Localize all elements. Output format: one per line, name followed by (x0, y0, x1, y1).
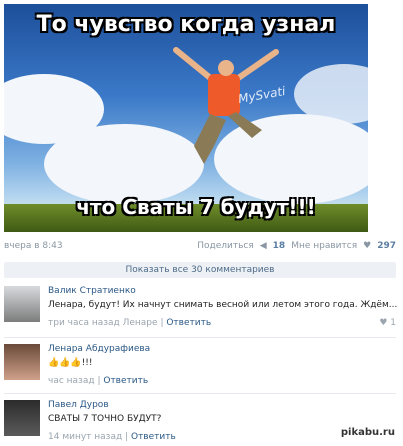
avatar[interactable] (4, 286, 40, 322)
comment-item: Павел Дуров СВАТЫ 7 ТОЧНО БУДУТ? 14 мину… (4, 400, 396, 444)
show-all-comments-button[interactable]: Показать все 30 комментариев (4, 262, 396, 278)
comment-author[interactable]: Ленара Абдурафиева (48, 344, 150, 354)
avatar[interactable] (4, 344, 40, 380)
heart-icon: ♥ (379, 318, 388, 328)
comment-text: Ленара, будут! Их начнут снимать весной … (48, 300, 398, 310)
comment-meta: час назад | Ответить (48, 376, 148, 386)
site-watermark: pikabu.ru (340, 427, 395, 438)
post-time[interactable]: вчера в 8:43 (4, 241, 63, 251)
comment-time[interactable]: три часа назад Ленаре (48, 318, 158, 328)
avatar[interactable] (4, 400, 40, 436)
like-button[interactable]: Мне нравится (291, 241, 357, 251)
comment-item: Ленара Абдурафиева 👍👍👍!!! час назад | От… (4, 344, 396, 388)
comment-author[interactable]: Павел Дуров (48, 400, 109, 410)
comment-time[interactable]: час назад (48, 376, 95, 386)
comment-meta: три часа назад Ленаре | Ответить (48, 318, 211, 328)
share-icon: ◀ (259, 241, 267, 251)
comment-like-count: 1 (390, 318, 396, 328)
comment-text: СВАТЫ 7 ТОЧНО БУДУТ? (48, 414, 162, 424)
jumping-person (173, 47, 279, 164)
heart-icon[interactable]: ♥ (363, 241, 371, 251)
comment-time[interactable]: 14 минут назад (48, 432, 122, 442)
reply-button[interactable]: Ответить (103, 376, 148, 386)
reply-button[interactable]: Ответить (166, 318, 211, 328)
share-button[interactable]: Поделиться (197, 241, 254, 251)
comment-text: 👍👍👍!!! (48, 358, 93, 368)
comment-meta: 14 минут назад | Ответить (48, 432, 176, 442)
comment-item: Валик Стратиенко Ленара, будут! Их начну… (4, 286, 398, 330)
divider (4, 337, 396, 338)
share-count[interactable]: 18 (273, 241, 286, 251)
post-actions: Поделиться ◀ 18 Мне нравится ♥ 297 (197, 241, 396, 251)
reply-button[interactable]: Ответить (131, 432, 176, 442)
comment-like[interactable]: ♥ 1 (379, 318, 396, 328)
post-image[interactable]: То чувство когда узнал что Сваты 7 будут… (4, 4, 368, 232)
meme-bottom-caption: что Сваты 7 будут!!! (76, 195, 316, 219)
post-meta-row: вчера в 8:43 Поделиться ◀ 18 Мне нравитс… (4, 241, 396, 253)
meme-top-caption: То чувство когда узнал (36, 12, 336, 37)
divider (4, 393, 396, 394)
comment-author[interactable]: Валик Стратиенко (48, 286, 136, 296)
like-count[interactable]: 297 (377, 241, 396, 251)
